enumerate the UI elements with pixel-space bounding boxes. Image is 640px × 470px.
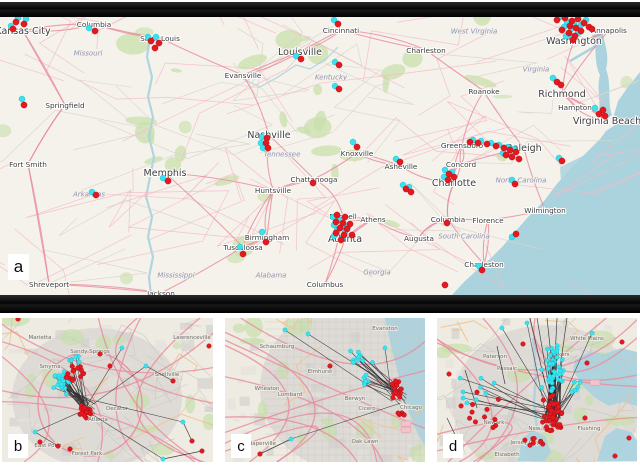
svg-text:Naperville: Naperville [248, 441, 276, 447]
svg-text:Kentucky: Kentucky [315, 74, 348, 82]
svg-text:Annapolis: Annapolis [591, 26, 627, 35]
letterbox-top [0, 2, 640, 17]
svg-text:White Plains: White Plains [570, 336, 604, 342]
svg-text:Missouri: Missouri [74, 50, 103, 58]
svg-text:Chicago: Chicago [400, 405, 423, 411]
city-map-new-york: PatersonPassaicYonkersWhite PlainsNewark… [437, 318, 637, 462]
svg-text:West Virginia: West Virginia [451, 28, 498, 36]
svg-text:Lawrenceville: Lawrenceville [173, 335, 211, 341]
svg-text:Passaic: Passaic [497, 366, 517, 372]
svg-text:Richmond: Richmond [538, 89, 586, 100]
svg-text:Wheaton: Wheaton [255, 386, 280, 392]
svg-text:Kansas City: Kansas City [0, 26, 51, 37]
panel-label-b: b [8, 434, 28, 458]
svg-text:Hampton: Hampton [558, 103, 592, 112]
city-map-chicago: Schaumburg Evanston Elmhurst WheatonLombard… [225, 318, 425, 462]
svg-text:Smyrna: Smyrna [39, 364, 60, 370]
svg-text:Elmhurst: Elmhurst [308, 369, 333, 375]
figure-maps: Missouri Kentucky Tennessee West Virginia Vi… [0, 0, 640, 470]
svg-text:Shreveport: Shreveport [29, 280, 69, 289]
svg-text:Huntsville: Huntsville [255, 186, 292, 195]
svg-text:Decatur: Decatur [106, 406, 129, 412]
svg-text:Berwyn: Berwyn [345, 396, 366, 402]
svg-text:Flushing: Flushing [577, 426, 600, 432]
svg-text:Evansville: Evansville [225, 71, 262, 80]
svg-text:Mississippi: Mississippi [157, 272, 194, 280]
svg-text:Knoxville: Knoxville [341, 149, 374, 158]
svg-text:Schaumburg: Schaumburg [260, 344, 295, 350]
svg-text:Georgia: Georgia [363, 269, 391, 277]
svg-text:South Carolina: South Carolina [438, 233, 490, 241]
svg-text:Lombard: Lombard [278, 392, 302, 398]
svg-text:Marietta: Marietta [29, 335, 52, 341]
svg-text:Roanoke: Roanoke [468, 87, 500, 96]
svg-text:Columbia: Columbia [77, 20, 111, 29]
svg-text:Athens: Athens [360, 215, 385, 224]
svg-text:Evanston: Evanston [372, 326, 398, 332]
city-map-atlanta: MariettaSandy SpringsLawrencevilleSnellv… [2, 318, 213, 462]
svg-text:Augusta: Augusta [404, 234, 434, 243]
panel-label-d: d [443, 434, 463, 458]
svg-text:Oak Lawn: Oak Lawn [351, 439, 379, 445]
panel-label-c: c [231, 434, 251, 458]
svg-text:Florence: Florence [472, 216, 504, 225]
svg-text:North Carolina: North Carolina [496, 177, 547, 185]
svg-text:Cicero: Cicero [358, 406, 376, 412]
svg-text:Springfield: Springfield [45, 101, 84, 110]
svg-text:Forest Park: Forest Park [72, 451, 103, 457]
svg-text:Fort Smith: Fort Smith [9, 160, 47, 169]
svg-text:Paterson: Paterson [483, 354, 507, 360]
svg-text:Concord: Concord [446, 160, 476, 169]
svg-text:Sandy Springs: Sandy Springs [70, 349, 110, 355]
letterbox-bottom [0, 295, 640, 313]
svg-text:Cincinnati: Cincinnati [323, 26, 359, 35]
svg-text:Charleston: Charleston [406, 46, 445, 55]
overview-map-eastern-us: Missouri Kentucky Tennessee West Virginia Vi… [0, 17, 640, 295]
panel-label-a: a [8, 254, 29, 280]
svg-text:Elizabeth: Elizabeth [494, 452, 520, 458]
svg-text:Arkansas: Arkansas [72, 191, 105, 199]
svg-text:Alabama: Alabama [255, 272, 287, 280]
svg-text:Wilmington: Wilmington [524, 206, 565, 215]
svg-text:Virginia: Virginia [523, 66, 550, 74]
svg-text:Tennessee: Tennessee [264, 151, 301, 159]
svg-text:Columbus: Columbus [307, 280, 344, 289]
